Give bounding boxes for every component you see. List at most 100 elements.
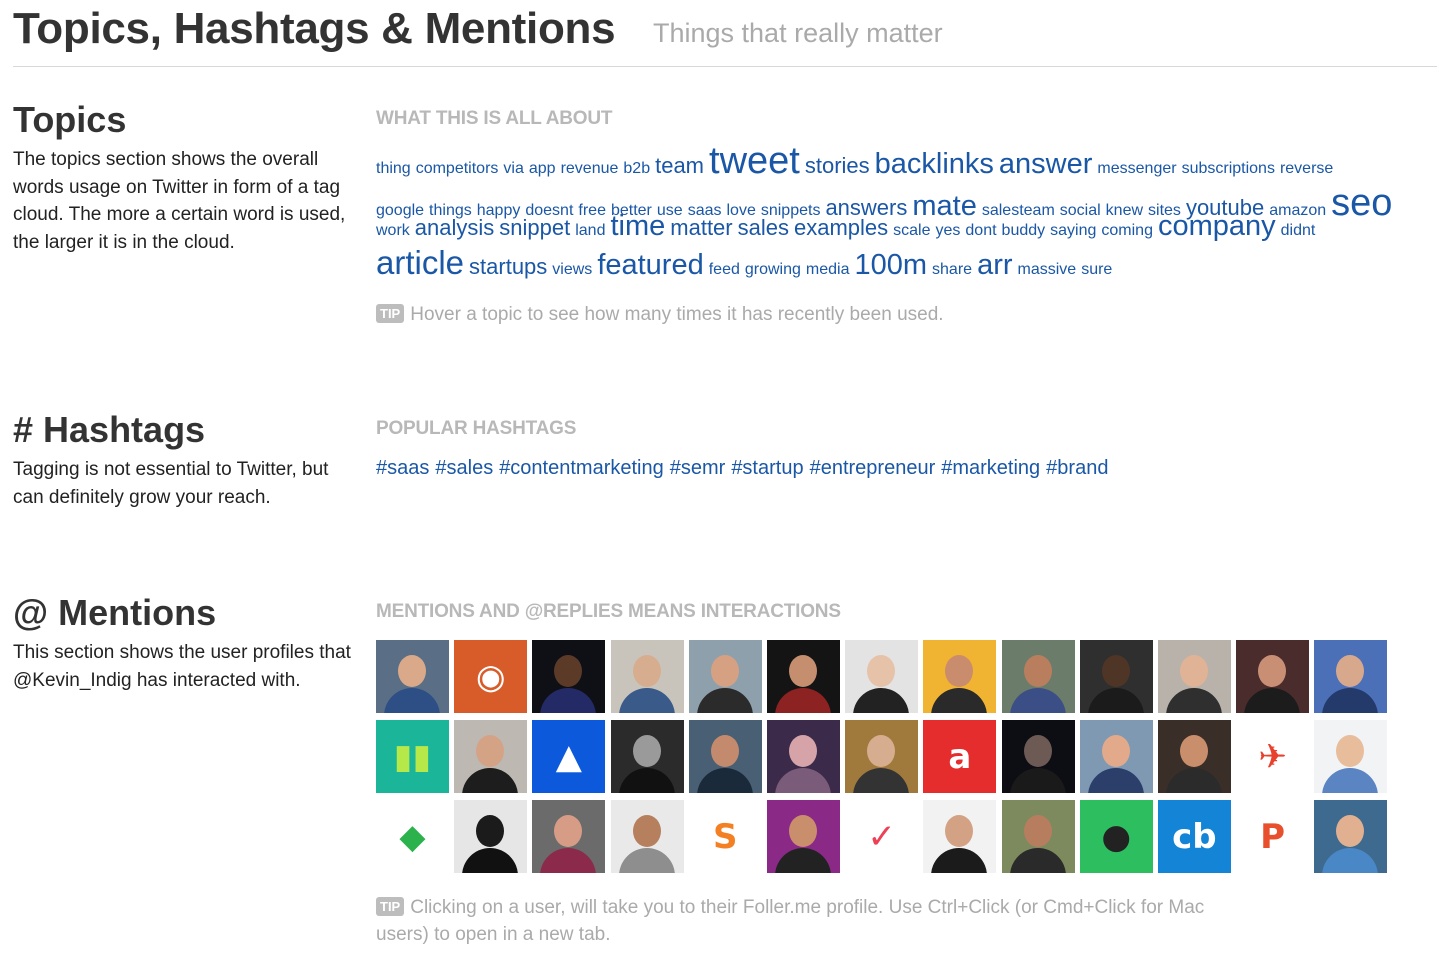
topic-tag[interactable]: media — [806, 261, 850, 279]
topic-tag[interactable]: company — [1158, 210, 1276, 243]
profile-body-shape — [384, 688, 440, 713]
user-avatar[interactable] — [766, 800, 840, 873]
topic-tag[interactable]: app — [529, 160, 556, 178]
topic-tag[interactable]: thing — [376, 160, 411, 178]
topic-tag[interactable]: coming — [1101, 222, 1153, 240]
topic-tag[interactable]: dont — [965, 222, 996, 240]
topic-tag[interactable]: feed — [709, 261, 740, 279]
user-avatar[interactable] — [845, 640, 919, 713]
user-avatar[interactable] — [923, 640, 997, 713]
topic-tag[interactable]: views — [552, 261, 592, 279]
topic-tag[interactable]: examples — [794, 215, 888, 241]
user-avatar[interactable] — [845, 720, 919, 793]
topic-tag[interactable]: via — [503, 160, 523, 178]
hashtag-link[interactable]: #marketing — [941, 457, 1040, 479]
topic-tag[interactable]: reverse — [1280, 160, 1333, 178]
topic-tag[interactable]: buddy — [1002, 222, 1046, 240]
topic-tag[interactable]: tweet — [709, 140, 800, 183]
hashtag-link[interactable]: #contentmarketing — [499, 457, 664, 479]
user-avatar[interactable] — [532, 800, 606, 873]
hashtag-link[interactable]: #sales — [435, 457, 493, 479]
hashtag-link[interactable]: #startup — [731, 457, 803, 479]
user-avatar[interactable]: cb — [1157, 800, 1231, 873]
user-avatar[interactable] — [1079, 640, 1153, 713]
user-avatar[interactable]: ● — [1079, 800, 1153, 873]
topic-tag[interactable]: land — [575, 222, 605, 240]
topic-tag[interactable]: yes — [936, 222, 961, 240]
user-avatar[interactable]: ✓ — [845, 800, 919, 873]
topic-tag[interactable]: growing — [745, 261, 801, 279]
user-avatar[interactable]: ◆ — [376, 800, 449, 873]
user-avatar[interactable] — [766, 640, 840, 713]
user-avatar[interactable] — [610, 720, 684, 793]
user-avatar[interactable] — [1079, 720, 1153, 793]
hashtags-panel: POPULAR HASHTAGS #saas #sales #contentmark… — [376, 418, 1441, 480]
profile-body-shape — [853, 688, 910, 713]
topic-tag[interactable]: 100m — [854, 249, 927, 282]
topic-tag[interactable]: subscriptions — [1182, 160, 1275, 178]
topic-tag[interactable]: b2b — [623, 160, 650, 178]
topic-tag[interactable]: massive — [1018, 261, 1077, 279]
user-avatar[interactable] — [376, 640, 449, 713]
topic-tag[interactable]: saying — [1050, 222, 1096, 240]
topic-tag[interactable]: article — [376, 244, 464, 282]
topic-tag[interactable]: snippet — [499, 215, 570, 241]
topic-tag[interactable]: share — [932, 261, 972, 279]
user-avatar[interactable]: ◉ — [454, 640, 528, 713]
user-avatar[interactable] — [923, 800, 997, 873]
user-avatar[interactable] — [1314, 800, 1388, 873]
topic-tag[interactable]: answer — [999, 148, 1093, 181]
profile-body-shape — [1322, 688, 1379, 713]
profile-head-shape — [1101, 735, 1130, 767]
profile-head-shape — [1023, 815, 1052, 847]
hashtag-link[interactable]: #brand — [1046, 457, 1108, 479]
topic-tag[interactable]: stories — [805, 153, 870, 179]
topic-tag[interactable]: sure — [1081, 261, 1112, 279]
user-avatar[interactable] — [766, 720, 840, 793]
user-avatar[interactable]: S — [688, 800, 762, 873]
user-avatar[interactable] — [688, 640, 762, 713]
user-avatar[interactable] — [688, 720, 762, 793]
topic-tag[interactable]: matter — [670, 215, 732, 241]
topic-tag[interactable]: backlinks — [875, 148, 994, 181]
user-avatar[interactable]: ▲ — [532, 720, 606, 793]
topic-tag[interactable]: startups — [469, 254, 547, 280]
topic-tag[interactable]: messenger — [1097, 160, 1176, 178]
user-avatar[interactable] — [1157, 720, 1231, 793]
topic-tag[interactable]: competitors — [416, 160, 499, 178]
user-avatar[interactable]: ✈ — [1236, 720, 1310, 793]
user-avatar[interactable] — [1236, 640, 1310, 713]
topic-tag[interactable]: work — [376, 222, 410, 240]
topic-tag[interactable]: featured — [597, 249, 703, 282]
user-avatar[interactable] — [454, 720, 528, 793]
hashtag-link[interactable]: #entrepreneur — [810, 457, 936, 479]
user-avatar[interactable] — [610, 640, 684, 713]
user-avatar[interactable] — [1001, 800, 1075, 873]
topic-tag[interactable]: sales — [738, 215, 789, 241]
topic-tag[interactable]: team — [655, 153, 704, 179]
user-avatar[interactable] — [532, 640, 606, 713]
topic-tag[interactable]: didnt — [1281, 222, 1316, 240]
user-avatar[interactable]: ▮▮ — [376, 720, 449, 793]
hashtag-link[interactable]: #saas — [376, 457, 429, 479]
topic-tag[interactable]: arr — [977, 249, 1012, 282]
mentions-title: @ Mentions — [13, 592, 217, 633]
tip-badge: TIP — [376, 304, 405, 323]
topic-tag[interactable]: scale — [893, 222, 930, 240]
user-avatar[interactable] — [610, 800, 684, 873]
user-avatar[interactable] — [1157, 640, 1231, 713]
user-avatar[interactable] — [1001, 720, 1075, 793]
profile-head-shape — [1179, 655, 1208, 687]
user-avatar[interactable]: a — [923, 720, 997, 793]
user-avatar[interactable] — [454, 800, 528, 873]
user-avatar[interactable] — [1001, 640, 1075, 713]
user-avatar[interactable] — [1314, 720, 1388, 793]
topics-tip-text: Hover a topic to see how many times it h… — [410, 304, 944, 325]
mentions-intro: @ Mentions This section shows the user p… — [13, 593, 353, 694]
topic-tag[interactable]: analysis — [415, 215, 494, 241]
topic-tag[interactable]: revenue — [561, 160, 619, 178]
user-avatar[interactable]: P — [1236, 800, 1310, 873]
user-avatar[interactable] — [1314, 640, 1388, 713]
hashtag-link[interactable]: #semr — [670, 457, 726, 479]
topic-tag[interactable]: time — [610, 210, 665, 243]
